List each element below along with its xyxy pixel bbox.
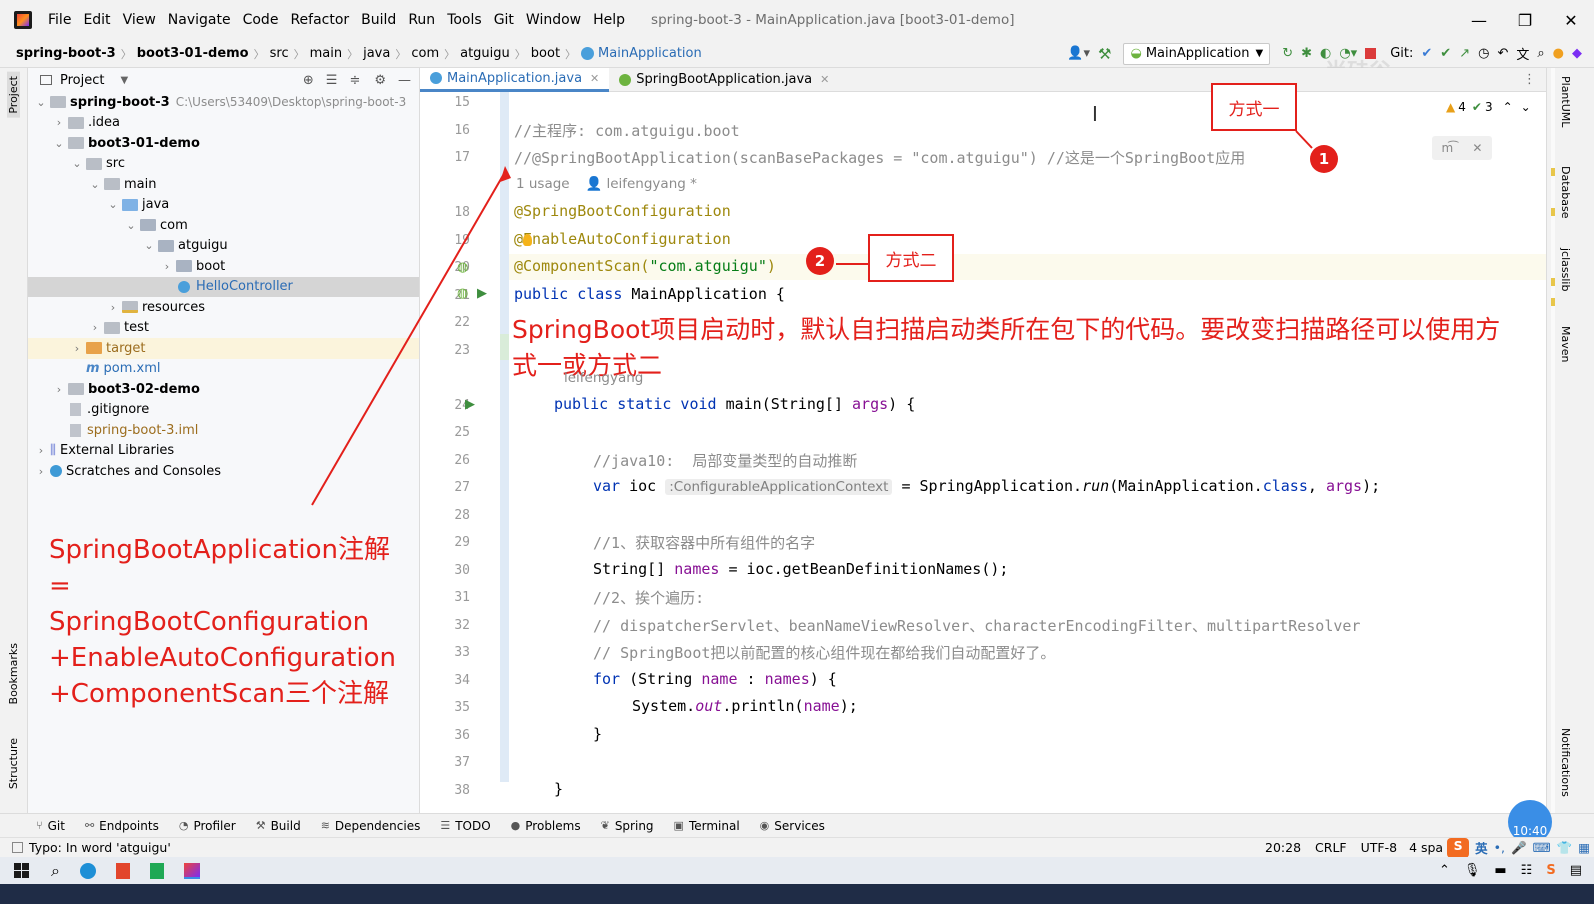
git-branch-icon: ⑂ [36,819,43,832]
endpoints-icon: ⚯ [84,819,95,832]
terminal-tool-button[interactable]: ▣ Terminal [674,819,740,833]
badge-two: 2 [806,247,834,275]
microphone-icon[interactable]: 🎤 [1511,840,1527,856]
badge-one: 1 [1310,145,1338,173]
status-message[interactable]: Typo: In word 'atguigu' [29,840,171,855]
microphone-icon[interactable]: 🎙 [1464,863,1481,878]
hammer-icon: ⚒ [255,819,266,832]
chevron-up-icon[interactable]: ⌃ [1439,863,1450,878]
database-tool-button[interactable]: Database [1559,166,1572,219]
right-tool-strip: PlantUML Database jclasslib Maven Notifi… [1546,68,1594,835]
method-one-label: 方式一 [1228,99,1280,120]
maven-tool-button[interactable]: Maven [1559,326,1572,362]
plantuml-tool-button[interactable]: PlantUML [1559,76,1572,127]
method-two-box: 方式二 [868,234,954,282]
bottom-tool-bar: ⑂ Git ⚯ Endpoints ◔ Profiler ⚒ Build ≋ Depend… [0,813,1594,837]
list-icon: ☰ [440,819,451,832]
tool-label: Profiler [193,818,236,833]
info-icon: ● [510,819,521,832]
sogou-ime-icon[interactable]: S [1447,837,1470,858]
tool-label: Spring [614,818,654,833]
ime-language[interactable]: 英 [1475,838,1488,857]
tool-label: Dependencies [334,818,421,833]
status-bar: Typo: In word 'atguigu' 20:28 CRLF UTF-8… [0,837,1594,858]
skin-icon[interactable]: 👕 [1557,840,1573,856]
edge-browser-icon[interactable] [79,862,96,879]
sogou-tray-icon[interactable]: S [1546,863,1555,878]
equation-line: +ComponentScan三个注解 [49,679,389,709]
grid-icon[interactable]: ▦ [1578,840,1590,855]
tool-label: Terminal [688,818,740,833]
services-icon: ◉ [759,819,770,832]
pointer-arrow [311,171,506,506]
profiler-icon: ◔ [178,819,189,832]
status-checkbox-icon[interactable] [12,842,23,853]
tool-label: TODO [455,818,491,833]
ime-toolbar: S 英 •, 🎤 ⌨ 👕 ▦ [1447,837,1590,858]
spring-leaf-icon: ❦ [600,819,610,832]
build-tool-button[interactable]: ⚒ Build [256,819,301,833]
method-one-box: 方式一 [1211,83,1297,131]
terminal-icon: ▣ [673,819,684,832]
windows-taskbar: ⌕ ⌃ 🎙 ▬ ☷ S ▤ [0,857,1594,884]
network-icon[interactable]: ☷ [1521,863,1533,878]
tool-label: Endpoints [99,818,159,833]
equation-line: = [49,571,71,601]
services-tool-button[interactable]: ◉ Services [760,819,825,833]
tool-label: Services [774,818,825,833]
punctuation-icon[interactable]: •, [1494,840,1505,855]
battery-icon[interactable]: ▬ [1494,863,1506,878]
problems-tool-button[interactable]: ● Problems [511,819,581,833]
annotation-overlay [311,130,1313,506]
endpoints-tool-button[interactable]: ⚯ Endpoints [85,819,159,833]
jclasslib-tool-button[interactable]: jclasslib [1559,248,1572,291]
todo-tool-button[interactable]: ☰ TODO [440,819,490,833]
tool-label: Build [270,818,301,833]
file-encoding[interactable]: UTF-8 [1361,840,1397,855]
notification-center-icon[interactable]: ▤ [1570,863,1582,878]
method-two-label: 方式二 [885,250,937,271]
callout-line-1 [1295,130,1313,149]
notifications-tool-button[interactable]: Notifications [1559,728,1572,797]
caret-position[interactable]: 20:28 [1265,840,1301,855]
tool-label: Problems [525,818,581,833]
dependencies-tool-button[interactable]: ≋ Dependencies [321,819,421,833]
line-separator[interactable]: CRLF [1315,840,1347,855]
layers-icon: ≋ [320,819,330,832]
intellij-taskbar-icon[interactable] [183,862,200,879]
office-app-icon[interactable] [115,862,130,879]
profiler-tool-button[interactable]: ◔ Profiler [179,819,236,833]
equation-note: SpringBootApplication注解 = SpringBootConf… [49,532,419,712]
tool-label: Git [47,818,65,833]
windows-start-icon[interactable] [14,863,29,878]
green-app-icon[interactable] [149,862,164,879]
search-icon[interactable]: ⌕ [51,861,60,881]
indent-setting[interactable]: 4 spa [1409,840,1443,855]
equation-line: SpringBootConfiguration [49,607,370,637]
editor-scroll-track[interactable] [1551,68,1555,835]
equation-line: SpringBootApplication注解 [49,535,391,565]
arrowhead [500,166,511,182]
screen-bottom-edge [0,884,1594,904]
keyboard-icon[interactable]: ⌨ [1533,840,1551,855]
git-tool-button[interactable]: ⑂ Git [36,819,65,833]
equation-line: +EnableAutoConfiguration [49,643,397,673]
spring-tool-button[interactable]: ❦ Spring [601,819,654,833]
